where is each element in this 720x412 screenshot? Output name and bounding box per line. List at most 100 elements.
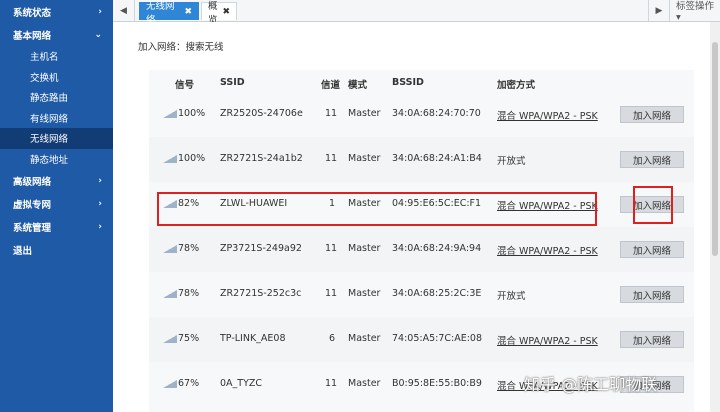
- tab-wireless-network[interactable]: 无线网络 ✖: [139, 1, 199, 26]
- bssid-cell: B0:95:8E:55:B0:B9: [392, 378, 482, 389]
- signal-value: 75%: [178, 333, 200, 344]
- sidebar-group-label: 虚拟专网: [13, 199, 52, 211]
- sidebar-group-label: 系统管理: [13, 222, 52, 234]
- sidebar-group-label: 系统状态: [13, 7, 52, 19]
- table-row: 100% ZR2520S-24706e 11 Master 34:0A:68:2…: [149, 92, 694, 137]
- table-header: 信号 SSID 信道 模式 BSSID 加密方式: [149, 70, 694, 94]
- header-channel: 信道: [321, 80, 341, 91]
- sidebar-group-label: 退出: [13, 245, 33, 257]
- table-row: 75% TP-LINK_AE08 6 Master 74:05:A5:7C:AE…: [149, 317, 694, 362]
- watermark: 知乎 @陈工聊物联: [524, 375, 658, 394]
- encryption-link[interactable]: 混合 WPA/WPA2 - PSK: [497, 243, 598, 257]
- ssid-cell: ZR2721S-252c3c: [220, 288, 302, 299]
- encryption-link[interactable]: 混合 WPA/WPA2 - PSK: [497, 333, 598, 347]
- mode-cell: Master: [348, 108, 381, 119]
- signal-cell: 100%: [163, 153, 205, 164]
- signal-value: 67%: [178, 378, 200, 389]
- sidebar-group-label: 高级网络: [13, 176, 52, 188]
- join-network-button[interactable]: 加入网络: [620, 331, 684, 348]
- join-network-button[interactable]: 加入网络: [620, 286, 684, 303]
- bssid-cell: 34:0A:68:24:A1:B4: [392, 153, 482, 164]
- tab-bar: ◀ 无线网络 ✖ 概览 ✖ ▶ 标签操作 ▾: [113, 0, 720, 26]
- ssid-cell: 0A_TYZC: [220, 378, 263, 389]
- sidebar-logout[interactable]: 退出: [0, 238, 113, 261]
- tab-overview[interactable]: 概览 ✖: [201, 1, 237, 26]
- header-mode: 模式: [348, 80, 368, 91]
- signal-cell: 78%: [163, 243, 199, 254]
- encryption-cell: 开放式: [497, 156, 526, 167]
- header-encryption: 加密方式: [497, 80, 536, 91]
- sidebar-item-switch[interactable]: 交换机: [0, 67, 113, 88]
- ssid-cell: ZR2721S-24a1b2: [220, 153, 303, 164]
- sidebar-group-vpn[interactable]: 虚拟专网 ›: [0, 192, 113, 215]
- header-signal: 信号: [175, 80, 195, 91]
- sidebar-item-hostname[interactable]: 主机名: [0, 46, 113, 67]
- signal-cell: 100%: [163, 108, 205, 119]
- chevron-right-icon: ›: [98, 6, 102, 17]
- close-icon[interactable]: ✖: [222, 7, 230, 17]
- tab-scroll-left-icon[interactable]: ◀: [113, 0, 135, 21]
- ssid-cell: ZR2520S-24706e: [220, 108, 303, 119]
- tab-scroll-right-icon[interactable]: ▶: [648, 0, 670, 21]
- mode-cell: Master: [348, 153, 381, 164]
- header-bssid: BSSID: [392, 77, 424, 88]
- wifi-scan-table: 信号 SSID 信道 模式 BSSID 加密方式 100% ZR2520S-24…: [149, 70, 694, 412]
- signal-strength-icon: [163, 289, 177, 298]
- header-ssid: SSID: [220, 77, 245, 88]
- table-row: 78% ZR2721S-252c3c 11 Master 34:0A:68:25…: [149, 272, 694, 317]
- sidebar-group-status[interactable]: 系统状态 ›: [0, 0, 113, 23]
- bssid-cell: 34:0A:68:24:9A:94: [392, 243, 482, 254]
- mode-cell: Master: [348, 288, 381, 299]
- channel-cell: 6: [329, 333, 336, 344]
- highlight-box-row: [157, 192, 597, 226]
- channel-cell: 11: [325, 243, 338, 254]
- signal-strength-icon: [163, 334, 177, 343]
- signal-value: 78%: [178, 243, 200, 254]
- highlight-box-button: [633, 186, 673, 224]
- bssid-cell: 34:0A:68:24:70:70: [392, 108, 481, 119]
- encryption-cell: 开放式: [497, 291, 526, 302]
- bssid-cell: 74:05:A5:7C:AE:08: [392, 333, 482, 344]
- sidebar-item-wireless-network[interactable]: 无线网络: [0, 128, 113, 149]
- chevron-right-icon: ›: [98, 175, 102, 186]
- signal-strength-icon: [163, 154, 177, 163]
- channel-cell: 11: [325, 153, 338, 164]
- chevron-down-icon: ⌄: [94, 29, 102, 40]
- sidebar-item-static-route[interactable]: 静态路由: [0, 87, 113, 108]
- signal-strength-icon: [163, 109, 177, 118]
- mode-cell: Master: [348, 333, 381, 344]
- channel-cell: 11: [325, 378, 338, 389]
- close-icon[interactable]: ✖: [184, 7, 192, 17]
- signal-value: 100%: [178, 108, 206, 119]
- vertical-scrollbar[interactable]: [710, 22, 720, 412]
- mode-cell: Master: [348, 378, 381, 389]
- bssid-cell: 34:0A:68:25:2C:3E: [392, 288, 482, 299]
- signal-cell: 67%: [163, 378, 199, 389]
- scrollbar-thumb[interactable]: [712, 42, 718, 256]
- channel-cell: 11: [325, 108, 338, 119]
- encryption-link[interactable]: 混合 WPA/WPA2 - PSK: [497, 108, 598, 122]
- signal-strength-icon: [163, 379, 177, 388]
- tab-operations-menu[interactable]: 标签操作 ▾: [673, 0, 720, 23]
- ssid-cell: TP-LINK_AE08: [220, 333, 286, 344]
- join-network-button[interactable]: 加入网络: [620, 241, 684, 258]
- chevron-right-icon: ›: [98, 198, 102, 209]
- signal-cell: 78%: [163, 288, 199, 299]
- sidebar-group-label: 基本网络: [13, 30, 52, 42]
- table-row: 100% ZR2721S-24a1b2 11 Master 34:0A:68:2…: [149, 137, 694, 182]
- table-row: 78% ZP3721S-249a92 11 Master 34:0A:68:24…: [149, 227, 694, 272]
- sidebar-group-advanced-network[interactable]: 高级网络 ›: [0, 169, 113, 192]
- join-network-button[interactable]: 加入网络: [620, 151, 684, 168]
- sidebar-group-system-management[interactable]: 系统管理 ›: [0, 215, 113, 238]
- chevron-right-icon: ›: [98, 221, 102, 232]
- channel-cell: 11: [325, 288, 338, 299]
- signal-strength-icon: [163, 244, 177, 253]
- sidebar: 系统状态 › 基本网络 ⌄ 主机名 交换机 静态路由 有线网络 无线网络 静态地…: [0, 0, 113, 412]
- ssid-cell: ZP3721S-249a92: [220, 243, 302, 254]
- sidebar-group-basic-network[interactable]: 基本网络 ⌄: [0, 23, 113, 46]
- join-network-button[interactable]: 加入网络: [620, 106, 684, 123]
- sidebar-item-wired-network[interactable]: 有线网络: [0, 108, 113, 129]
- signal-value: 78%: [178, 288, 200, 299]
- sidebar-item-static-address[interactable]: 静态地址: [0, 149, 113, 170]
- signal-value: 100%: [178, 153, 206, 164]
